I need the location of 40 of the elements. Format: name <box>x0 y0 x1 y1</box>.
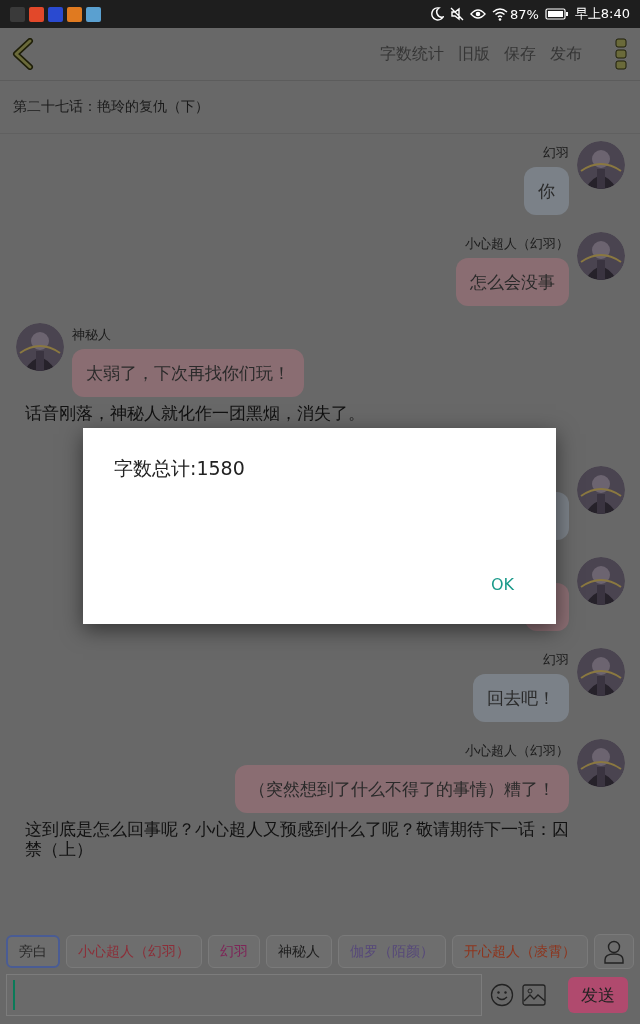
wifi-icon <box>491 7 508 21</box>
app-notification-icon <box>86 6 101 22</box>
emoji-icon[interactable] <box>490 983 514 1007</box>
app-notification-icon <box>67 6 82 22</box>
character-chip[interactable]: 开心超人（凌霄） <box>452 935 588 968</box>
character-chip[interactable]: 幻羽 <box>208 935 260 968</box>
character-chip[interactable]: 神秘人 <box>266 935 332 968</box>
back-icon[interactable] <box>10 38 36 70</box>
message-input-field[interactable] <box>6 974 482 1016</box>
speaker-name: 幻羽 <box>543 144 569 161</box>
message-bubble: 怎么会没事 <box>456 258 569 306</box>
battery-icon <box>544 8 569 20</box>
speaker-name: 神秘人 <box>72 326 111 343</box>
narration-text: 这到底是怎么回事呢？小心超人又预感到什么了呢？敬请期待下一话：囚禁（上） <box>24 819 570 859</box>
speaker-name: 幻羽 <box>543 651 569 668</box>
ok-button[interactable]: OK <box>488 571 516 598</box>
app-notification-icon <box>29 6 44 22</box>
message-bubble: （突然想到了什么不得了的事情）糟了！ <box>235 765 569 813</box>
person-icon <box>603 939 625 964</box>
speaker-name: 小心超人（幻羽） <box>465 235 569 252</box>
character-chip[interactable]: 小心超人（幻羽） <box>66 935 202 968</box>
dialog-message: 字数总计:1580 <box>114 456 246 481</box>
clock-time: 早上8:40 <box>574 5 630 23</box>
app-notification-icon <box>10 6 25 22</box>
message-bubble: 你 <box>524 167 569 215</box>
mute-icon <box>449 7 464 21</box>
narration-text: 话音刚落，神秘人就化作一团黑烟，消失了。 <box>24 403 366 423</box>
more-menu-icon[interactable] <box>614 38 628 70</box>
character-manage-button[interactable] <box>594 934 634 969</box>
character-chip[interactable]: 旁白 <box>6 935 60 968</box>
send-button[interactable]: 发送 <box>568 977 628 1013</box>
message-bubble: 太弱了，下次再找你们玩！ <box>72 349 304 397</box>
moon-icon <box>429 7 444 21</box>
message-bubble: 回去吧！ <box>473 674 569 722</box>
battery-percent: 87% <box>509 6 539 22</box>
speaker-name: 小心超人（幻羽） <box>465 742 569 759</box>
app-notification-icon <box>48 6 63 22</box>
chapter-title: 第二十七话：艳玲的复仇（下） <box>0 81 640 134</box>
eye-icon <box>469 8 486 20</box>
image-icon[interactable] <box>522 984 546 1006</box>
